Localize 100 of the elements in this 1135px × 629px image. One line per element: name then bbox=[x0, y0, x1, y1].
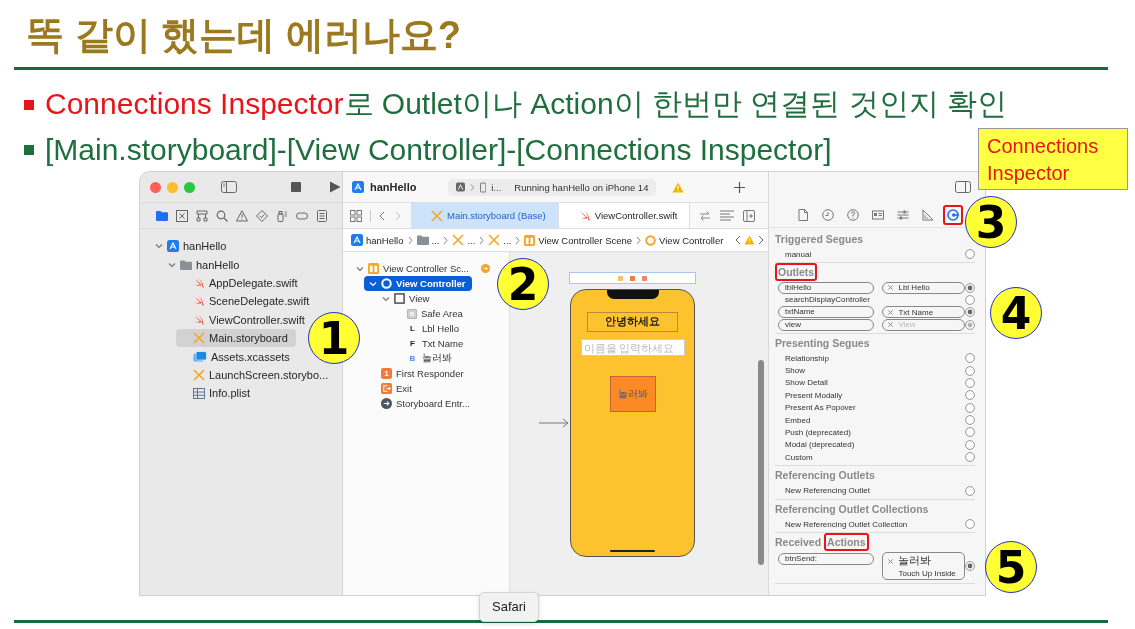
folder-icon bbox=[416, 235, 429, 245]
outlet-name: Embed bbox=[785, 415, 811, 425]
file-item[interactable]: AppDelegate.swift bbox=[176, 273, 300, 293]
remove-icon[interactable] bbox=[888, 285, 894, 291]
size-icon[interactable] bbox=[922, 208, 934, 221]
chevron-icon[interactable] bbox=[368, 279, 377, 288]
greeting-label[interactable]: 안녕하세요 bbox=[587, 312, 678, 332]
connection-circle[interactable] bbox=[965, 485, 975, 496]
file-item[interactable]: Assets.xcassets bbox=[176, 347, 292, 366]
breadcrumb-item[interactable]: View Controller bbox=[645, 234, 724, 246]
chevron-icon[interactable] bbox=[167, 260, 176, 269]
outline-item[interactable]: Exit bbox=[364, 381, 418, 396]
outline-item[interactable]: View bbox=[377, 291, 436, 306]
editor-tab[interactable]: ViewController.swift bbox=[558, 203, 691, 228]
outline-item[interactable]: L Lbl Hello bbox=[390, 321, 465, 336]
remove-icon[interactable] bbox=[888, 558, 894, 564]
capsule-icon[interactable] bbox=[296, 209, 308, 222]
list-icon[interactable] bbox=[316, 209, 328, 222]
file-item[interactable]: hanHello bbox=[150, 237, 229, 256]
attributes-icon[interactable] bbox=[897, 208, 909, 221]
slide-title: 똑 같이 했는데 에러나요? bbox=[25, 13, 462, 58]
connection-circle[interactable] bbox=[965, 365, 975, 376]
connection-circle[interactable] bbox=[965, 402, 975, 413]
help-icon[interactable] bbox=[847, 208, 859, 221]
file-item[interactable]: Main.storyboard bbox=[176, 328, 296, 348]
outlet-name: Present As Popover bbox=[785, 403, 856, 413]
outline-item[interactable]: F Txt Name bbox=[390, 336, 470, 351]
connection-circle[interactable] bbox=[965, 427, 975, 438]
breadcrumb-item[interactable]: ... bbox=[488, 234, 512, 246]
file-item[interactable]: LaunchScreen.storybo... bbox=[176, 365, 331, 385]
connection-circle[interactable] bbox=[965, 307, 975, 318]
breadcrumb-item[interactable]: ... bbox=[416, 234, 440, 246]
outline-item[interactable]: B 놀러봐 bbox=[390, 351, 458, 366]
connection-circle[interactable] bbox=[965, 452, 975, 463]
scene-dock[interactable] bbox=[569, 272, 696, 284]
connection-circle[interactable] bbox=[965, 294, 975, 305]
breadcrumb-item[interactable]: hanHello bbox=[351, 234, 404, 246]
connection-circle[interactable] bbox=[965, 439, 975, 450]
chevron-icon[interactable] bbox=[355, 264, 364, 273]
breadcrumb-item[interactable]: View Controller Scene bbox=[524, 234, 633, 246]
outline-item[interactable]: View Controller bbox=[364, 276, 472, 291]
chevron-icon bbox=[636, 235, 642, 245]
diamond-icon[interactable] bbox=[256, 209, 268, 222]
connection-circle[interactable] bbox=[965, 249, 975, 260]
editor-tab[interactable]: Main.storyboard (Base) bbox=[411, 203, 559, 228]
file-item[interactable]: SceneDelegate.swift bbox=[176, 292, 312, 311]
step-marker: 4 bbox=[990, 287, 1042, 339]
back-icon[interactable] bbox=[379, 210, 385, 221]
run-status-bar[interactable]: i... Running hanHello on iPhone 14 bbox=[448, 178, 657, 196]
breadcrumb-item[interactable]: ... bbox=[452, 234, 476, 246]
storyboard-icon bbox=[488, 234, 501, 246]
add-editor-icon[interactable] bbox=[743, 209, 756, 222]
connection-circle[interactable] bbox=[965, 415, 975, 426]
connection-circle[interactable] bbox=[965, 519, 975, 530]
warning-icon[interactable] bbox=[236, 209, 248, 222]
section-title: Presenting Segues bbox=[775, 335, 871, 350]
outline-item[interactable]: 1 First Responder bbox=[364, 366, 470, 381]
connection-circle[interactable] bbox=[965, 319, 975, 330]
name-field[interactable]: 이름을 입력하세요 bbox=[580, 339, 685, 356]
spray-icon[interactable] bbox=[276, 209, 288, 222]
lines-icon[interactable] bbox=[720, 209, 735, 222]
swap-icon[interactable] bbox=[699, 209, 712, 222]
chevron-icon[interactable] bbox=[381, 294, 390, 303]
history-icon[interactable] bbox=[822, 208, 834, 221]
stop-icon[interactable] bbox=[291, 182, 301, 192]
remove-icon[interactable] bbox=[888, 322, 894, 328]
file-icon[interactable] bbox=[797, 208, 809, 221]
file-item[interactable]: hanHello bbox=[163, 255, 242, 274]
scrollbar[interactable] bbox=[758, 360, 764, 565]
connection-circle[interactable] bbox=[965, 282, 975, 293]
forward-icon[interactable] bbox=[758, 235, 764, 245]
chevron-icon[interactable] bbox=[154, 242, 163, 251]
outline-item[interactable]: Safe Area bbox=[390, 306, 469, 321]
sidebar-toggle-icon[interactable] bbox=[221, 181, 237, 193]
close-button[interactable] bbox=[150, 181, 161, 193]
target-name: Lbl Hello bbox=[898, 283, 930, 293]
back-icon[interactable] bbox=[735, 235, 741, 245]
outline-item[interactable]: Storyboard Entr... bbox=[364, 396, 476, 411]
square-x-icon[interactable] bbox=[176, 209, 188, 222]
connection-circle[interactable] bbox=[965, 390, 975, 401]
connection-circle[interactable] bbox=[965, 377, 975, 388]
file-item[interactable]: Info.plist bbox=[176, 384, 252, 403]
grid-icon[interactable] bbox=[350, 209, 362, 222]
file-item[interactable]: ViewController.swift bbox=[176, 310, 307, 329]
folder-icon[interactable] bbox=[156, 209, 168, 222]
zoom-button[interactable] bbox=[184, 181, 195, 193]
run-icon[interactable] bbox=[329, 181, 341, 193]
warning-icon[interactable] bbox=[672, 181, 685, 193]
remove-icon[interactable] bbox=[888, 309, 894, 315]
outline-item[interactable]: View Controller Sc... bbox=[351, 261, 496, 276]
hierarchy-icon[interactable] bbox=[196, 209, 208, 222]
connection-circle[interactable] bbox=[965, 561, 975, 572]
search-icon[interactable] bbox=[216, 209, 228, 222]
target-pill[interactable]: 놀러봐 Touch Up Inside bbox=[882, 552, 965, 581]
sidebar-toggle-icon[interactable] bbox=[955, 181, 971, 193]
add-icon[interactable] bbox=[734, 181, 746, 193]
outlet-name: Show bbox=[785, 366, 805, 376]
identity-icon[interactable] bbox=[872, 208, 884, 221]
section-title: Referencing Outlet Collections bbox=[775, 501, 930, 516]
connection-circle[interactable] bbox=[965, 353, 975, 364]
